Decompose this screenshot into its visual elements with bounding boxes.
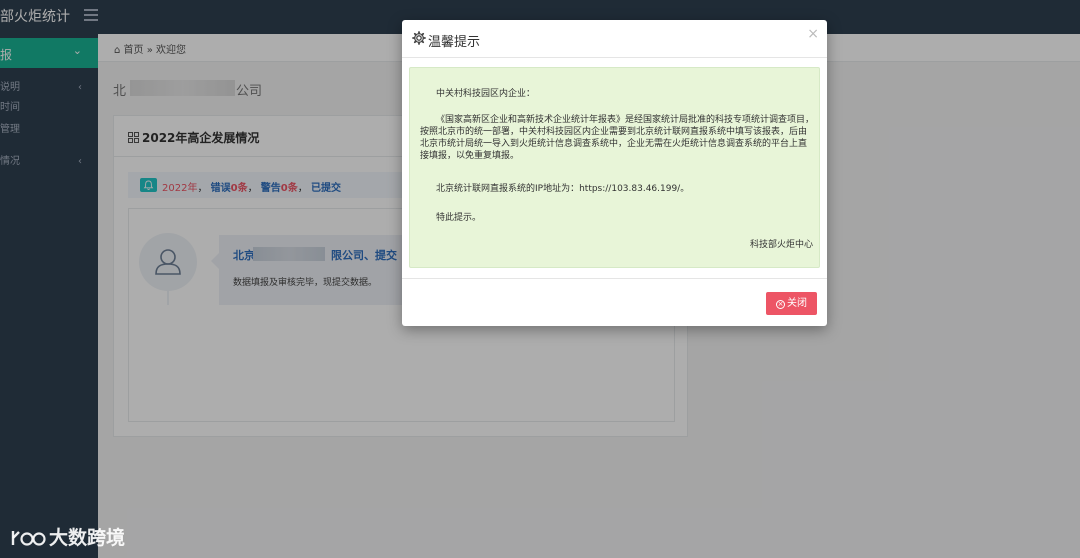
modal-title: 温馨提示: [428, 35, 481, 50]
close-button[interactable]: × 关闭: [766, 292, 817, 315]
divider: [402, 278, 827, 279]
notice-greeting: 中关村科技园区内企业：: [436, 89, 536, 99]
close-icon[interactable]: ×: [807, 26, 819, 42]
modal-header: 温馨提示 ×: [402, 20, 827, 58]
watermark-logo-icon: [11, 531, 46, 546]
watermark: 大数跨境: [10, 524, 125, 552]
notice-paragraph: 《国家高新区企业和高新技术企业统计年报表》是经国家统计局批准的科技专项统计调查项…: [420, 115, 815, 161]
notice-modal: 温馨提示 × 中关村科技园区内企业： 《国家高新区企业和高新技术企业统计年报表》…: [402, 20, 827, 326]
notice-closing: 特此提示。: [436, 213, 482, 223]
close-circle-icon: ×: [776, 300, 785, 309]
gear-icon: [412, 31, 426, 45]
notice-ip-line: 北京统计联网直报系统的IP地址为：https://103.83.46.199/。: [436, 184, 690, 194]
notice-box: 中关村科技园区内企业： 《国家高新区企业和高新技术企业统计年报表》是经国家统计局…: [409, 67, 820, 268]
notice-signature: 科技部火炬中心: [749, 240, 813, 250]
